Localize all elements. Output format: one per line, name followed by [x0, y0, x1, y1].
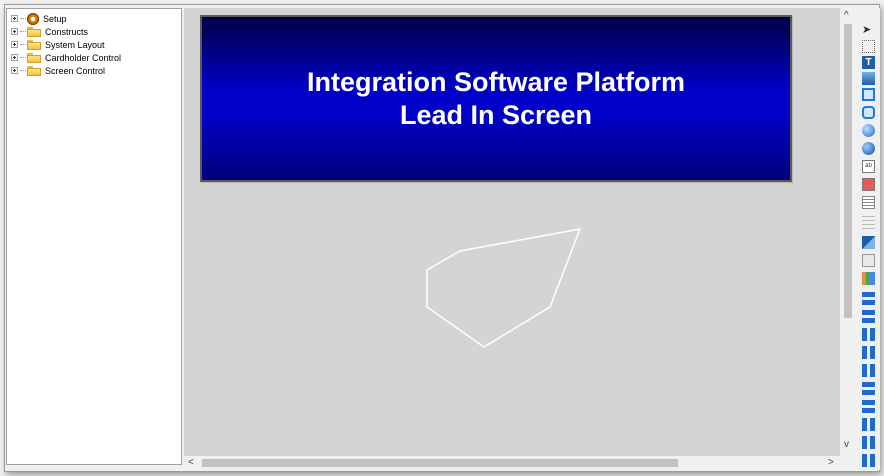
tree-item-label: Setup — [43, 13, 67, 24]
rectangle-tool-icon[interactable] — [862, 88, 875, 101]
polygon-shape[interactable] — [184, 8, 840, 456]
expand-icon[interactable] — [11, 15, 18, 22]
same-width-icon[interactable] — [862, 418, 875, 431]
design-canvas[interactable]: Integration Software Platform Lead In Sc… — [184, 8, 840, 456]
expand-icon[interactable] — [11, 28, 18, 35]
grid-tool-icon[interactable] — [862, 196, 875, 209]
align-top-icon[interactable] — [862, 328, 875, 341]
align-left-icon[interactable] — [862, 292, 875, 305]
tree-item-label: System Layout — [45, 39, 105, 50]
picture-frame-tool-icon[interactable] — [862, 254, 875, 267]
gear-icon — [27, 12, 39, 25]
navigation-tree: Setup Constructs System Layout Cardholde… — [6, 8, 182, 465]
align-bottom-icon[interactable] — [862, 346, 875, 359]
filled-rectangle-tool-icon[interactable] — [862, 72, 875, 85]
pointer-tool-icon[interactable]: ➤ — [862, 24, 875, 37]
horizontal-scroll-thumb[interactable] — [202, 459, 678, 467]
folder-icon — [27, 39, 41, 50]
distribute-vertical-icon[interactable] — [862, 400, 875, 413]
scroll-up-arrow[interactable]: ^ — [844, 11, 849, 21]
folder-icon — [27, 26, 41, 37]
list-tool-icon[interactable] — [862, 216, 875, 229]
tree-item-constructs[interactable]: Constructs — [11, 25, 88, 38]
selection-tool-icon[interactable] — [862, 40, 875, 53]
align-right-icon[interactable] — [862, 310, 875, 323]
vertical-scrollbar[interactable]: ^ v — [840, 8, 856, 456]
tree-item-label: Cardholder Control — [45, 52, 122, 63]
shaded-circle-tool-icon[interactable] — [862, 142, 875, 155]
image-tool-icon[interactable] — [862, 236, 875, 249]
distribute-horizontal-icon[interactable] — [862, 382, 875, 395]
expand-icon[interactable] — [11, 67, 18, 74]
tree-item-cardholder-control[interactable]: Cardholder Control — [11, 51, 121, 64]
rounded-rectangle-tool-icon[interactable] — [862, 106, 875, 119]
button-tool-icon[interactable] — [862, 178, 875, 191]
polygon-outline[interactable] — [426, 228, 582, 348]
tree-item-screen-control[interactable]: Screen Control — [11, 64, 105, 77]
folder-icon — [27, 52, 41, 63]
tree-item-setup[interactable]: Setup — [11, 12, 67, 25]
scrollbar-corner — [840, 456, 856, 470]
horizontal-scrollbar[interactable]: < > — [184, 456, 840, 470]
text-tool-icon[interactable]: T — [862, 56, 875, 69]
scroll-right-arrow[interactable]: > — [828, 458, 834, 468]
scroll-down-arrow[interactable]: v — [844, 440, 849, 450]
palette-tool-icon[interactable] — [862, 272, 875, 285]
same-height-icon[interactable] — [862, 436, 875, 449]
expand-icon[interactable] — [11, 54, 18, 61]
tree-item-system-layout[interactable]: System Layout — [11, 38, 105, 51]
drawing-toolbox: ➤ T ab — [858, 8, 880, 470]
folder-icon — [27, 65, 41, 76]
tree-item-label: Screen Control — [45, 65, 106, 76]
align-center-icon[interactable] — [862, 364, 875, 377]
expand-icon[interactable] — [11, 41, 18, 48]
scroll-left-arrow[interactable]: < — [188, 458, 194, 468]
text-box-tool-icon[interactable]: ab — [862, 160, 875, 173]
same-size-icon[interactable] — [862, 454, 875, 467]
vertical-scroll-thumb[interactable] — [844, 24, 852, 318]
tree-item-label: Constructs — [45, 26, 89, 37]
ellipse-tool-icon[interactable] — [862, 124, 875, 137]
